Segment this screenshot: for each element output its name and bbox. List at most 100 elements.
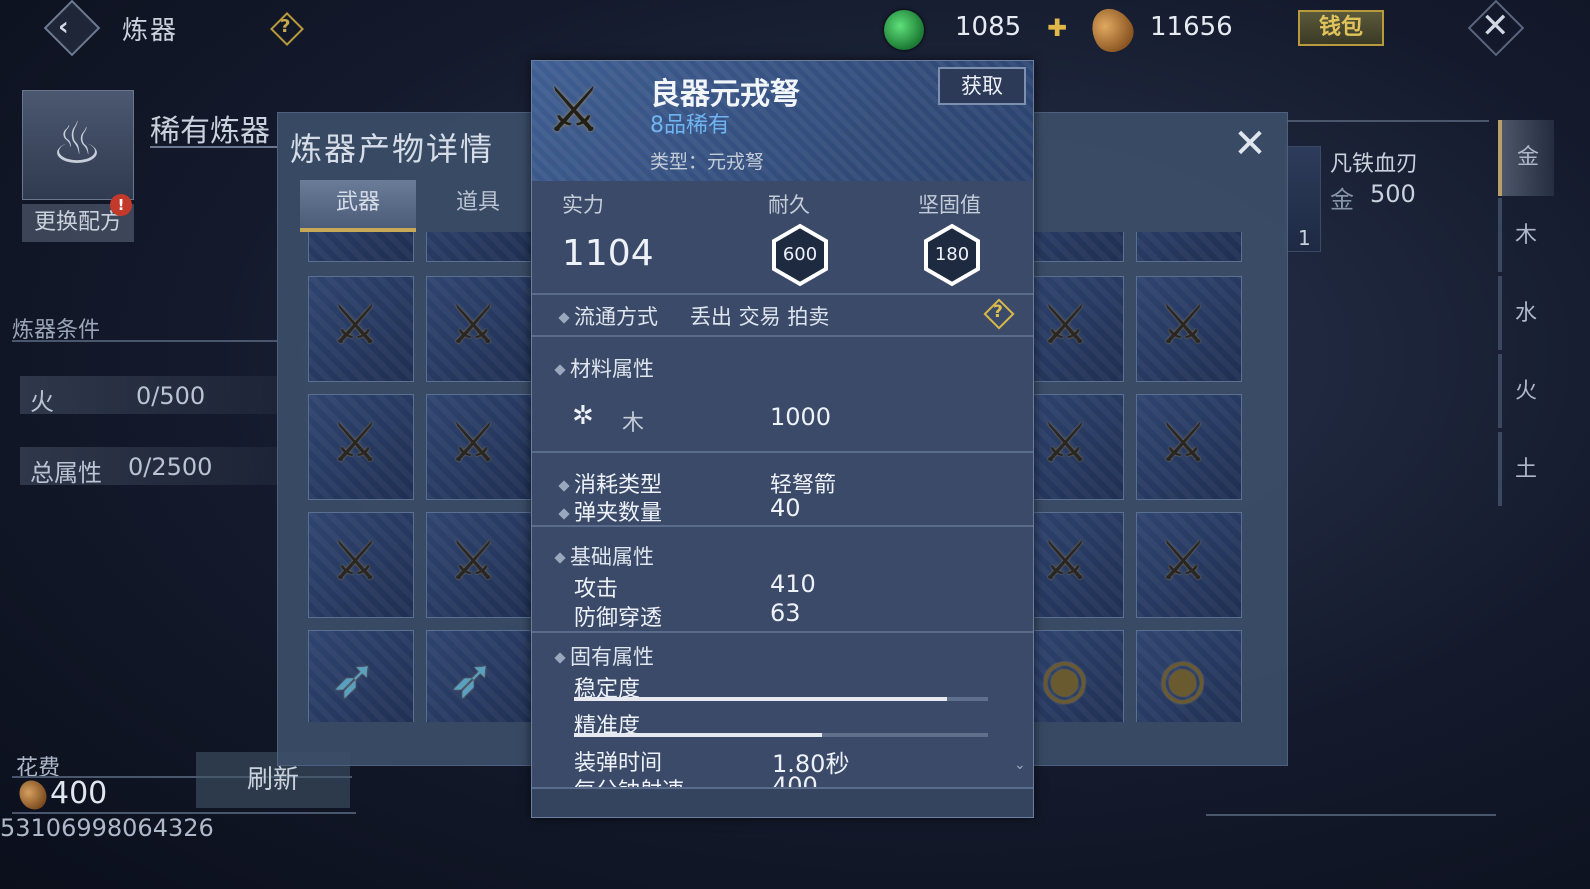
crossbow-icon: ⚔ (1041, 529, 1090, 592)
wood-element-icon: ✲ (572, 401, 594, 431)
circulation-label: 流通方式 (574, 305, 658, 329)
bullet-icon (554, 552, 566, 564)
material-item-count: 1 (1298, 226, 1311, 250)
divider (532, 631, 1033, 633)
back-diamond-frame (43, 0, 101, 57)
section-label: 基础属性 (570, 545, 654, 569)
product-slot[interactable]: ⚔ (308, 276, 414, 382)
circulation-value: 丢出 交易 拍卖 (690, 305, 830, 329)
back-arrow-icon: ‹ (58, 12, 69, 42)
condition-value: 0/2500 (128, 453, 213, 481)
tab-earth[interactable]: 土 (1498, 432, 1554, 508)
coin-amount: 11656 (1150, 12, 1233, 42)
material-item-element: 金 (1330, 186, 1354, 214)
item-type: 类型：元戎弩 (650, 151, 765, 173)
crossbow-icon: ⚔ (331, 293, 380, 356)
divider (532, 293, 1033, 295)
section-label: 固有属性 (570, 645, 654, 669)
product-slot[interactable]: ◉ (1136, 630, 1242, 722)
product-slot[interactable]: ➶ (426, 630, 532, 722)
base-section-title: 基础属性 (554, 541, 654, 571)
bullet-icon (558, 312, 570, 324)
crossbow-icon: ⚔ (546, 73, 602, 146)
arrows-icon: ➶ (449, 647, 495, 710)
condition-label: 总属性 (30, 459, 102, 487)
material-item-value: 500 (1370, 180, 1416, 208)
shield-icon: ◉ (1041, 647, 1089, 710)
divider (1285, 120, 1489, 122)
section-label: 材料属性 (570, 357, 654, 381)
tab-water[interactable]: 水 (1498, 276, 1554, 352)
jade-currency-icon (884, 10, 924, 50)
tab-metal[interactable]: 金 (1498, 120, 1554, 196)
attack-label: 攻击 (574, 577, 619, 602)
bullet-icon (554, 652, 566, 664)
cannon-icon: ⚔ (449, 411, 498, 474)
divider (12, 340, 277, 342)
item-grade: 8品稀有 (650, 113, 730, 138)
material-value: 1000 (770, 403, 832, 431)
product-slot[interactable]: ⚔ (426, 394, 532, 500)
tab-wood[interactable]: 木 (1498, 198, 1554, 274)
product-slot[interactable]: ⚔ (308, 512, 414, 618)
product-slot[interactable]: ➶ (308, 630, 414, 722)
cannon-icon: ⚔ (331, 411, 380, 474)
power-label: 实力 (562, 193, 604, 217)
product-slot[interactable]: ⚔ (308, 394, 414, 500)
material-element: 木 (622, 411, 645, 436)
material-item-name: 凡铁血刃 (1330, 152, 1419, 177)
circulation-help-icon[interactable]: ? (983, 298, 1015, 330)
solidity-value: 180 (934, 244, 970, 265)
item-detail-popup: ⚔ 良器元戎弩 8品稀有 类型：元戎弩 获取 实力 耐久 坚固值 1104 60… (531, 60, 1034, 818)
product-slot[interactable] (426, 232, 532, 262)
crossbow-icon: ⚔ (1159, 529, 1208, 592)
close-icon[interactable]: ✕ (1230, 124, 1270, 164)
accuracy-bar (574, 733, 988, 737)
scroll-down-icon[interactable]: ⌄ (1014, 757, 1026, 773)
product-slot[interactable]: ⚔ (1136, 276, 1242, 382)
cannon-icon: ⚔ (1159, 293, 1208, 356)
product-slot[interactable]: ⚔ (1136, 512, 1242, 618)
recipe-flame-icon[interactable]: ♨ (22, 90, 134, 200)
magazine-row: 弹夹数量 (558, 495, 663, 527)
condition-label: 火 (30, 388, 54, 416)
back-button[interactable]: ‹ (40, 0, 101, 57)
condition-value: 0/500 (136, 382, 206, 410)
divider (532, 335, 1033, 337)
divider (150, 146, 278, 148)
crossbow-icon: ⚔ (1159, 411, 1208, 474)
tab-fire[interactable]: 火 (1498, 354, 1554, 430)
product-slot[interactable] (1136, 232, 1242, 262)
products-panel-title: 炼器产物详情 (290, 130, 495, 168)
help-icon[interactable]: ? (270, 12, 304, 46)
close-icon: ✕ (1481, 6, 1510, 46)
condition-row-fire: 火 0/500 (20, 376, 277, 416)
divider (532, 451, 1033, 453)
shield-icon: ◉ (1159, 647, 1207, 710)
add-currency-icon[interactable]: ✚ (1044, 15, 1070, 41)
inherent-section-title: 固有属性 (554, 641, 654, 671)
product-slot[interactable]: ⚔ (426, 276, 532, 382)
product-slot[interactable]: ⚔ (1136, 394, 1242, 500)
close-window-button[interactable]: ✕ (1467, 0, 1525, 57)
solidity-label: 坚固值 (918, 193, 981, 217)
tab-weapons[interactable]: 武器 (300, 180, 416, 232)
wallet-button[interactable]: 钱包 (1298, 10, 1384, 46)
product-slot[interactable] (308, 232, 414, 262)
rare-forging-title: 稀有炼器 (150, 114, 270, 149)
circulation-row: 流通方式 (558, 301, 658, 331)
bullet-icon (558, 508, 570, 520)
jade-amount: 1085 (955, 12, 1022, 42)
tab-items[interactable]: 道具 (420, 180, 536, 232)
divider (1206, 814, 1496, 816)
alert-badge: ! (110, 194, 132, 216)
player-id: 53106998064326 (0, 814, 214, 842)
obtain-button[interactable]: 获取 (938, 67, 1026, 105)
magazine-label: 弹夹数量 (574, 501, 663, 526)
penetration-label: 防御穿透 (574, 606, 663, 631)
bullet-icon (558, 480, 570, 492)
detail-footer (532, 787, 1033, 817)
divider (532, 525, 1033, 527)
material-section-title: 材料属性 (554, 353, 654, 383)
product-slot[interactable]: ⚔ (426, 512, 532, 618)
